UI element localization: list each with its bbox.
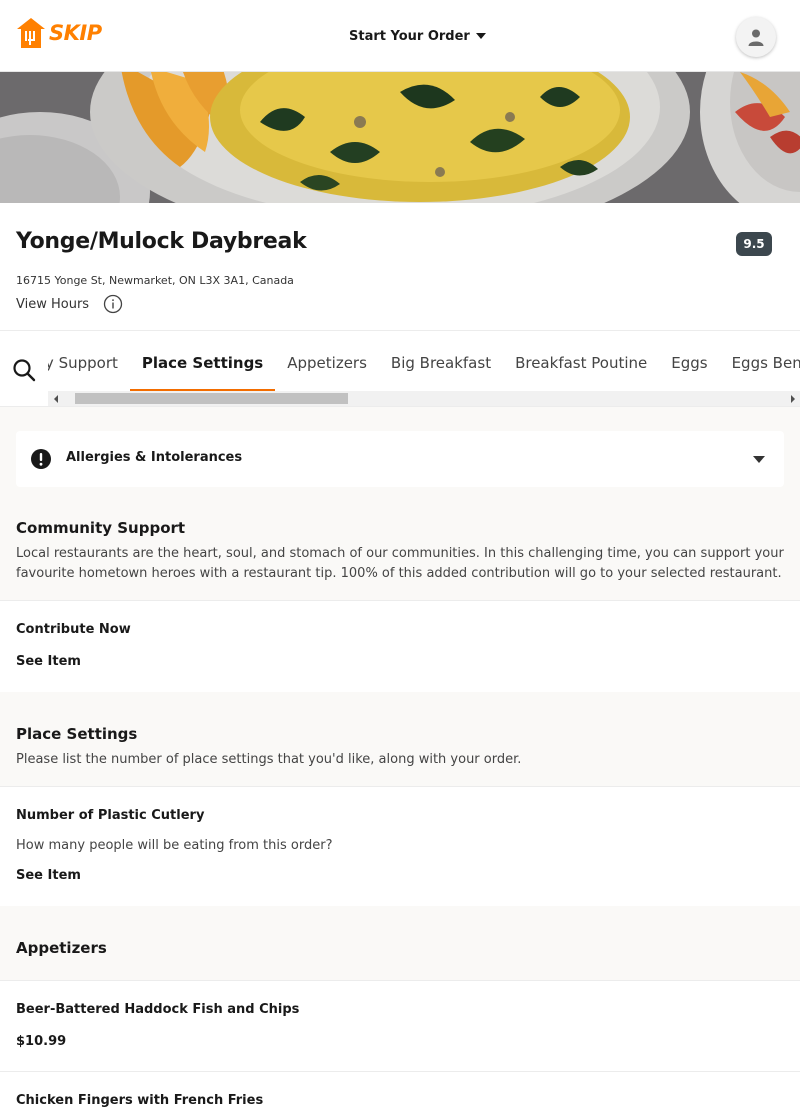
start-order-dropdown[interactable]: Start Your Order [349, 26, 486, 46]
item-description: How many people will be eating from this… [16, 838, 333, 853]
search-icon[interactable] [12, 358, 36, 382]
hero-food-illustration [0, 72, 800, 203]
arrow-right-icon [790, 394, 795, 403]
restaurant-hero-image [0, 72, 800, 203]
chevron-down-icon [475, 33, 486, 39]
item-name: Number of Plastic Cutlery [16, 808, 205, 823]
see-item-link[interactable]: See Item [16, 868, 81, 883]
menu-item-contribute-now[interactable]: Contribute Now See Item [0, 600, 800, 692]
section-description-community-support: Local restaurants are the heart, soul, a… [16, 546, 784, 581]
see-item-link[interactable]: See Item [16, 654, 81, 669]
top-header: SKIP Start Your Order [0, 0, 800, 72]
allergies-accordion[interactable]: Allergies & Intolerances [16, 431, 784, 487]
section-title-appetizers: Appetizers [16, 939, 107, 957]
user-avatar-button[interactable] [736, 17, 776, 57]
menu-item-fish-and-chips[interactable]: Beer-Battered Haddock Fish and Chips $10… [0, 980, 800, 1072]
tab-eggs-benedict[interactable]: Eggs Benedict [720, 331, 800, 391]
chevron-down-icon [753, 456, 765, 463]
section-title-community-support: Community Support [16, 519, 186, 537]
skip-logo-icon [17, 18, 45, 48]
item-name: Chicken Fingers with French Fries [16, 1093, 264, 1108]
tab-community-support[interactable]: Community Support [48, 331, 130, 391]
tab-big-breakfast[interactable]: Big Breakfast [379, 331, 503, 391]
category-navigation: Community Support Place Settings Appetiz… [0, 330, 800, 407]
view-hours-button[interactable]: View Hours [16, 294, 123, 314]
logo-text: SKIP [49, 21, 102, 45]
item-name: Contribute Now [16, 622, 131, 637]
arrow-left-icon [53, 394, 58, 403]
item-name: Beer-Battered Haddock Fish and Chips [16, 1002, 300, 1017]
menu-item-plastic-cutlery[interactable]: Number of Plastic Cutlery How many peopl… [0, 786, 800, 906]
restaurant-address: 16715 Yonge St, Newmarket, ON L3X 3A1, C… [16, 274, 294, 287]
start-order-label: Start Your Order [349, 28, 470, 44]
tab-appetizers[interactable]: Appetizers [275, 331, 379, 391]
section-description-place-settings: Please list the number of place settings… [16, 752, 522, 767]
restaurant-name: Yonge/Mulock Daybreak [16, 229, 307, 254]
category-tabs-viewport: Community Support Place Settings Appetiz… [48, 331, 800, 391]
tab-place-settings[interactable]: Place Settings [129, 331, 276, 391]
skip-logo[interactable]: SKIP [16, 16, 102, 50]
allergies-label: Allergies & Intolerances [66, 450, 243, 465]
scroll-right-arrow[interactable] [785, 391, 800, 406]
category-scrollbar[interactable] [48, 391, 800, 406]
view-hours-label: View Hours [16, 296, 90, 312]
scrollbar-thumb[interactable] [75, 393, 348, 404]
menu-content: Allergies & Intolerances Community Suppo… [0, 407, 800, 1109]
menu-item-chicken-fingers[interactable]: Chicken Fingers with French Fries [0, 1071, 800, 1109]
exclamation-icon [31, 449, 51, 469]
category-tabs: Community Support Place Settings Appetiz… [48, 331, 800, 391]
item-price: $10.99 [16, 1034, 67, 1049]
info-icon[interactable] [103, 294, 123, 314]
rating-badge: 9.5 [736, 232, 772, 256]
scroll-left-arrow[interactable] [48, 391, 63, 406]
tab-breakfast-poutine[interactable]: Breakfast Poutine [503, 331, 659, 391]
tab-eggs[interactable]: Eggs [659, 331, 719, 391]
user-icon [748, 29, 764, 46]
section-title-place-settings: Place Settings [16, 725, 138, 743]
